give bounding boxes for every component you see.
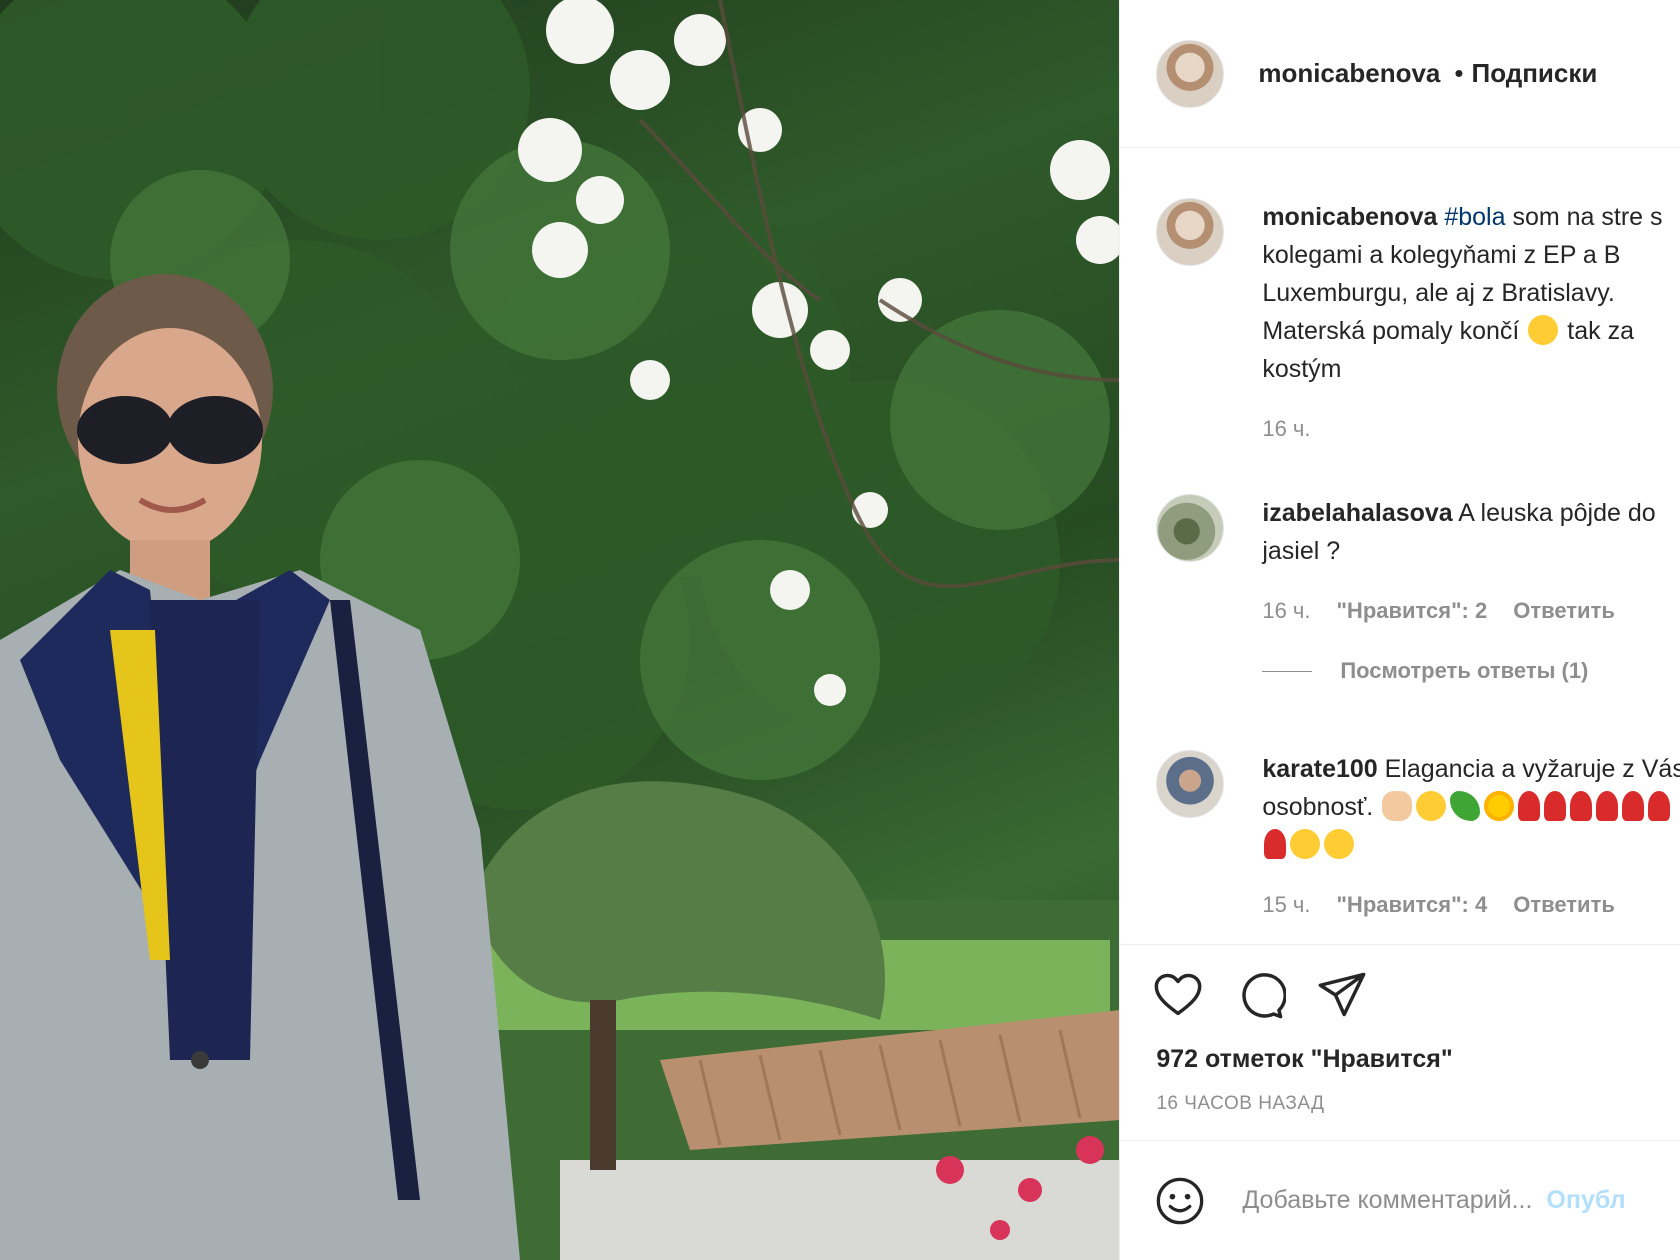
add-comment-bar: Добавьте комментарий... Опубл xyxy=(1120,1140,1680,1260)
header-separator: • xyxy=(1454,58,1464,88)
clover-emoji-icon xyxy=(1450,791,1481,821)
post-sidebar: monicabenova • Подписки monicabenova #bo… xyxy=(1119,0,1680,1260)
comment-likes[interactable]: "Нравится": 2 xyxy=(1337,592,1488,630)
post-timestamp[interactable]: 16 ЧАСОВ НАЗАД xyxy=(1156,1093,1324,1115)
commenter-avatar[interactable] xyxy=(1156,494,1225,562)
commenter-avatar[interactable] xyxy=(1156,750,1225,818)
comment: karate100 Elagancia a vyžaruje z Vás oso… xyxy=(1156,750,1680,924)
rose-emoji-icon xyxy=(1648,791,1671,821)
kiss-emoji-icon xyxy=(1324,829,1355,859)
comments-section[interactable]: monicabenova #bola som na stre s kolegam… xyxy=(1120,148,1680,944)
comment-time[interactable]: 15 ч. xyxy=(1262,886,1310,924)
comment-body: karate100 Elagancia a vyžaruje z Vás oso… xyxy=(1262,750,1680,924)
action-icons xyxy=(1152,969,1368,1021)
share-icon[interactable] xyxy=(1316,969,1368,1021)
caption-username[interactable]: monicabenova xyxy=(1262,203,1437,231)
emoji-icon[interactable] xyxy=(1154,1175,1206,1227)
comment-input[interactable]: Добавьте комментарий... xyxy=(1242,1186,1532,1215)
author-username[interactable]: monicabenova xyxy=(1258,58,1440,89)
rose-emoji-icon xyxy=(1518,791,1541,821)
rose-emoji-icon xyxy=(1264,829,1287,859)
grinning-emoji-icon xyxy=(1528,315,1559,345)
post-photo-illustration xyxy=(0,0,1120,1260)
comment-body: izabelahalasova A leuska pôjde do jasiel… xyxy=(1262,494,1680,690)
view-replies-label[interactable]: Посмотреть ответы (1) xyxy=(1340,652,1588,690)
caption-hashtag[interactable]: #bola xyxy=(1444,203,1505,231)
rose-emoji-icon xyxy=(1544,791,1567,821)
kiss-emoji-icon xyxy=(1290,829,1321,859)
heart-icon[interactable] xyxy=(1152,969,1204,1021)
comment: izabelahalasova A leuska pôjde do jasiel… xyxy=(1156,494,1680,690)
caption-body: monicabenova #bola som na stre s kolegam… xyxy=(1262,198,1680,448)
rose-emoji-icon xyxy=(1596,791,1619,821)
rose-emoji-icon xyxy=(1570,791,1593,821)
rose-emoji-icon xyxy=(1622,791,1645,821)
commenter-username[interactable]: izabelahalasova xyxy=(1262,499,1452,527)
post-comment-button[interactable]: Опубл xyxy=(1546,1186,1625,1215)
wink-emoji-icon xyxy=(1416,791,1447,821)
likes-count[interactable]: 972 отметок "Нравится" xyxy=(1156,1045,1452,1074)
instagram-post: monicabenova • Подписки monicabenova #bo… xyxy=(0,0,1680,1260)
comment-meta: 15 ч. "Нравится": 4 Ответить xyxy=(1262,886,1680,924)
reply-button[interactable]: Ответить xyxy=(1513,886,1615,924)
replies-divider xyxy=(1262,670,1313,672)
caption-time[interactable]: 16 ч. xyxy=(1262,410,1310,448)
thumbs-up-emoji-icon xyxy=(1382,791,1413,821)
comment-likes[interactable]: "Нравится": 4 xyxy=(1337,886,1488,924)
comment-time[interactable]: 16 ч. xyxy=(1262,592,1310,630)
caption: monicabenova #bola som na stre s kolegam… xyxy=(1156,198,1680,448)
caption-avatar[interactable] xyxy=(1156,198,1225,266)
following-button[interactable]: Подписки xyxy=(1472,58,1598,89)
comment-meta: 16 ч. "Нравится": 2 Ответить xyxy=(1262,592,1680,630)
reply-button[interactable]: Ответить xyxy=(1513,592,1615,630)
author-avatar[interactable] xyxy=(1156,39,1225,108)
sunflower-emoji-icon xyxy=(1484,791,1515,821)
post-photo[interactable] xyxy=(0,0,1120,1260)
post-header: monicabenova • Подписки xyxy=(1120,0,1680,148)
caption-meta: 16 ч. xyxy=(1262,410,1680,448)
view-replies[interactable]: Посмотреть ответы (1) xyxy=(1262,652,1680,690)
commenter-username[interactable]: karate100 xyxy=(1262,755,1377,783)
post-actions: 972 отметок "Нравится" 16 ЧАСОВ НАЗАД xyxy=(1120,944,1680,1150)
comment-icon[interactable] xyxy=(1234,969,1287,1021)
